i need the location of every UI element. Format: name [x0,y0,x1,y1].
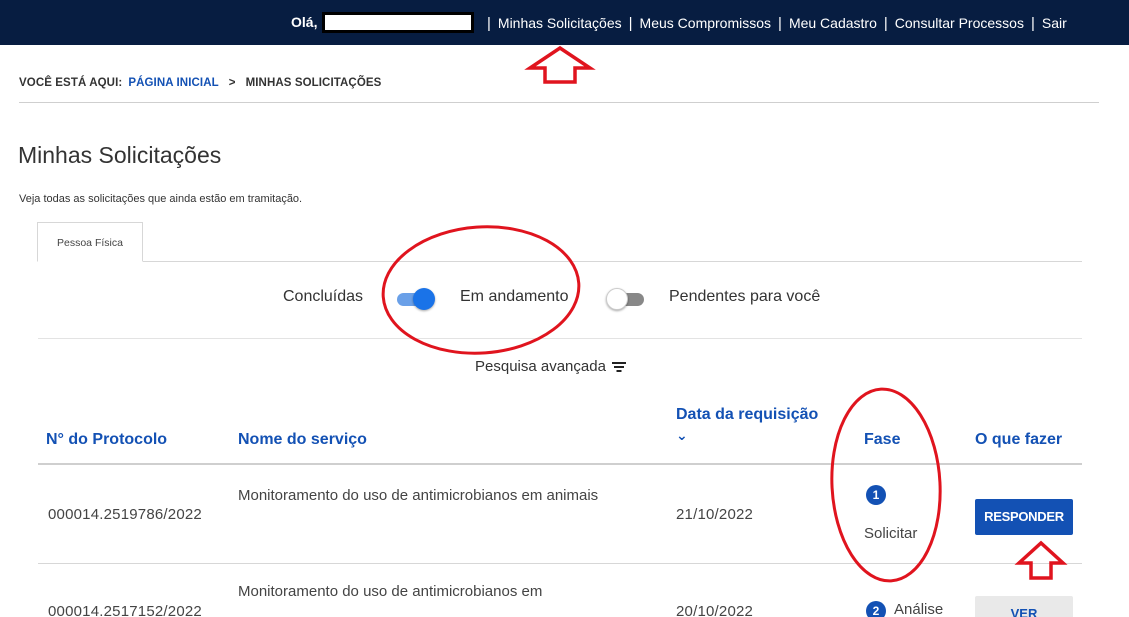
service-name: Monitoramento do uso de antimicrobianos … [238,487,599,504]
breadcrumb-prefix: VOCÊ ESTÁ AQUI: [19,77,123,89]
toggle-pendentes[interactable] [606,288,648,310]
redacted-username [322,12,474,33]
nav-meus-compromissos[interactable]: Meus Compromissos [640,15,771,31]
advanced-search-label: Pesquisa avançada [475,358,606,375]
phase-label: Análise [894,601,944,617]
annotation-circle-phase [830,387,942,583]
breadcrumb-home-link[interactable]: PÁGINA INICIAL [128,77,218,89]
ver-button[interactable]: VER [975,596,1073,617]
filter-icon [611,361,626,373]
tab-pessoa-fisica[interactable]: Pessoa Física [37,222,143,262]
nav-separator: | [883,14,888,32]
annotation-arrow-up-icon [1014,540,1068,580]
divider [38,338,1082,339]
column-header-phase[interactable]: Fase [864,431,900,449]
chevron-down-icon[interactable]: ⌄ [676,427,818,444]
toggle-em-andamento[interactable] [393,288,435,310]
breadcrumb: VOCÊ ESTÁ AQUI: PÁGINA INICIAL > MINHAS … [19,77,381,89]
column-header-protocol[interactable]: N° do Protocolo [46,431,167,449]
column-header-service[interactable]: Nome do serviço [238,431,367,449]
page-title: Minhas Solicitações [18,142,222,168]
filter-pendentes-label: Pendentes para você [669,288,821,305]
phase-number-badge: 2 [866,601,886,617]
column-header-date-label: Data da requisição [676,406,819,423]
toggle-knob [606,288,628,310]
request-date: 21/10/2022 [676,506,754,523]
divider [19,102,1099,103]
filter-row: Concluídas Em andamento Pendentes para v… [0,288,1129,310]
filter-concluidas-label: Concluídas [283,288,364,305]
nav-consultar-processos[interactable]: Consultar Processos [895,15,1024,31]
phase-number-badge: 1 [866,485,886,505]
top-bar: Olá, | Minhas Solicitações | Meus Compro… [0,0,1129,45]
protocol-number[interactable]: 000014.2517152/2022 [48,603,202,617]
nav-minhas-solicitacoes[interactable]: Minhas Solicitações [498,15,622,31]
filter-em-andamento-label: Em andamento [460,288,569,305]
page: Olá, | Minhas Solicitações | Meus Compro… [0,0,1129,617]
request-date: 20/10/2022 [676,603,754,617]
nav-sair[interactable]: Sair [1042,15,1067,31]
phase-label: Solicitar [864,525,918,542]
nav-separator: | [628,14,633,32]
top-nav: | Minhas Solicitações | Meus Compromisso… [480,13,1067,33]
column-header-date[interactable]: Data da requisição ⌄ [676,406,818,444]
toggle-knob [413,288,435,310]
greeting: Olá, [291,14,318,30]
column-header-action: O que fazer [975,431,1063,448]
nav-meu-cadastro[interactable]: Meu Cadastro [789,15,877,31]
annotation-arrow-up-icon [524,45,596,84]
tab-underline [143,261,1082,262]
nav-separator: | [487,14,491,32]
breadcrumb-separator: > [228,77,236,89]
nav-separator: | [1030,14,1035,32]
table-header-divider [38,463,1082,465]
page-subtitle: Veja todas as solicitações que ainda est… [19,193,303,205]
row-divider [38,563,1082,564]
advanced-search-button[interactable]: Pesquisa avançada [475,358,626,375]
service-name: Monitoramento do uso de antimicrobianos … [238,583,543,600]
responder-button[interactable]: RESPONDER [975,499,1073,535]
protocol-number[interactable]: 000014.2519786/2022 [48,506,202,523]
breadcrumb-current: MINHAS SOLICITAÇÕES [245,77,382,89]
nav-separator: | [778,14,782,32]
